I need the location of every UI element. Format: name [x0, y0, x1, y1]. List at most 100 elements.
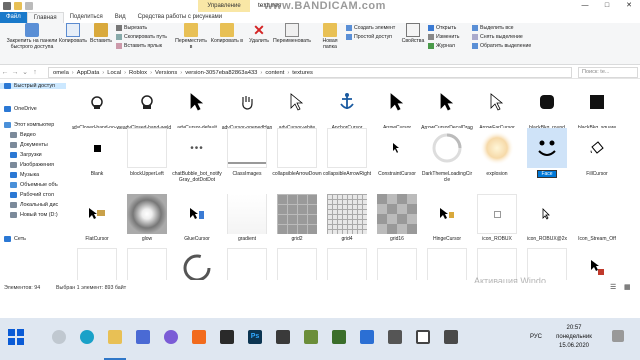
easy-access-icon: [346, 34, 352, 40]
breadcrumb-item[interactable]: Versions: [155, 70, 177, 76]
copy-button[interactable]: Копировать: [59, 23, 87, 44]
firefox-icon[interactable]: [192, 330, 206, 344]
back-arrow-icon[interactable]: ←: [0, 69, 10, 76]
search-input[interactable]: Поиск: te...: [578, 67, 638, 78]
sidebar-item[interactable]: Быстрый доступ: [0, 83, 66, 89]
chevron-down-icon[interactable]: [25, 2, 33, 10]
move-to-button[interactable]: Переместить в: [174, 23, 208, 50]
paste-shortcut-button[interactable]: Вставить ярлык: [116, 43, 162, 49]
rename-button[interactable]: Переименовать: [272, 23, 312, 44]
sidebar-item[interactable]: Новый том (D:): [10, 212, 58, 218]
history-button[interactable]: Журнал: [428, 43, 455, 49]
maximize-button[interactable]: □: [596, 0, 618, 12]
new-folder-button[interactable]: Новая папка: [316, 23, 344, 50]
alice-icon[interactable]: [164, 330, 178, 344]
windows-start-icon[interactable]: [8, 329, 24, 345]
sidebar-item[interactable]: Сеть: [4, 236, 26, 242]
select-all-button[interactable]: Выделить все: [472, 25, 514, 31]
store-icon[interactable]: [136, 330, 150, 344]
roblox-icon[interactable]: [416, 330, 430, 344]
file-name-text: chatBubble_bot_notifyGray_dotDotDot: [172, 171, 222, 183]
breadcrumb[interactable]: omela › AppData › Local › Roblox › Versions ›…: [48, 67, 572, 78]
minecraft-icon[interactable]: [332, 330, 346, 344]
file-name: grid4: [321, 236, 373, 242]
file-grid: advClosed-hand-no-weldadvClosed-hand-wel…: [72, 80, 640, 280]
pin-quick-access-button[interactable]: Закрепить на панели быстрого доступа: [4, 23, 60, 50]
tab-picture-tools[interactable]: Средства работы с рисунками: [132, 12, 229, 23]
sidebar-item[interactable]: OneDrive: [4, 106, 37, 112]
edge-icon[interactable]: [80, 330, 94, 344]
rename-input[interactable]: Face: [537, 170, 557, 178]
breadcrumb-item[interactable]: content: [265, 70, 284, 76]
file-name: glow: [121, 236, 173, 242]
large-icons-view-icon[interactable]: ▦: [624, 283, 631, 293]
file-thumbnail: [477, 194, 517, 234]
context-tab-manage[interactable]: Управление: [198, 0, 250, 12]
clock[interactable]: 20:57 понедельник 15.06.2020: [548, 324, 600, 351]
easy-access-button[interactable]: Простой доступ: [346, 34, 392, 40]
close-button[interactable]: ✕: [618, 0, 640, 12]
language-indicator[interactable]: РУС: [530, 334, 542, 340]
breadcrumb-separator-icon: ›: [71, 69, 74, 76]
app-icon[interactable]: [276, 330, 290, 344]
photoshop-icon[interactable]: Ps: [248, 330, 262, 344]
up-arrow-icon[interactable]: ↑: [30, 69, 40, 76]
tab-file[interactable]: Файл: [0, 12, 27, 23]
save-icon[interactable]: [3, 2, 11, 10]
paste-button[interactable]: Вставить: [88, 23, 114, 44]
sidebar-item[interactable]: Документы: [10, 142, 48, 148]
properties-button[interactable]: Свойства: [400, 23, 426, 44]
copy-to-button[interactable]: Копировать в: [210, 23, 244, 44]
details-view-icon[interactable]: ☰: [610, 283, 616, 293]
search-icon[interactable]: [52, 330, 66, 344]
tab-view[interactable]: Вид: [109, 12, 132, 23]
new-item-button[interactable]: Создать элемент: [346, 25, 395, 31]
bandicam-icon[interactable]: [444, 330, 458, 344]
select-none-button[interactable]: Снять выделение: [472, 34, 523, 40]
file-thumbnail: [77, 128, 117, 168]
sidebar-item[interactable]: Этот компьютер: [4, 122, 54, 128]
file-name: icon_ROBUX@2x: [521, 236, 573, 242]
recent-chevron-icon[interactable]: ⌄: [20, 68, 30, 76]
breadcrumb-item[interactable]: version-3057eba82863a433: [185, 70, 257, 76]
minimize-button[interactable]: —: [574, 0, 596, 12]
notification-icon[interactable]: [612, 330, 624, 342]
invert-selection-button[interactable]: Обратить выделение: [472, 43, 531, 49]
forward-arrow-icon[interactable]: →: [10, 69, 20, 76]
tab-share[interactable]: Поделиться: [64, 12, 109, 23]
copy-path-button[interactable]: Скопировать путь: [116, 34, 167, 40]
item-count: Элементов: 94: [4, 285, 41, 291]
file-name[interactable]: Face: [521, 170, 573, 178]
sidebar-item-label: Сеть: [14, 236, 26, 242]
app-icon[interactable]: [220, 330, 234, 344]
title-bar: Управление textures www.BANDICAM.com — □…: [0, 0, 640, 12]
breadcrumb-item[interactable]: AppData: [77, 70, 100, 76]
sidebar-item[interactable]: Изображения: [10, 162, 54, 168]
file-name-text: icon_ROBUX: [482, 236, 512, 242]
file-name: blockUpperLeft: [121, 171, 173, 177]
sidebar-item[interactable]: Загрузки: [10, 152, 42, 158]
sidebar-item[interactable]: Рабочий стол: [10, 192, 54, 198]
open-button[interactable]: Открыть: [428, 25, 456, 31]
sidebar-item[interactable]: Объемные объ: [10, 182, 58, 188]
app-icon[interactable]: [388, 330, 402, 344]
tab-home[interactable]: Главная: [26, 11, 64, 24]
breadcrumb-item[interactable]: omela: [53, 70, 69, 76]
clock-time: 20:57: [566, 325, 582, 331]
copy-icon: [66, 23, 80, 37]
roblox-studio-icon[interactable]: [360, 330, 374, 344]
scissors-icon: [116, 25, 122, 31]
breadcrumb-item[interactable]: Local: [107, 70, 121, 76]
edit-button[interactable]: Изменить: [428, 34, 459, 40]
cut-button[interactable]: Вырезать: [116, 25, 147, 31]
breadcrumb-item[interactable]: textures: [292, 70, 313, 76]
sidebar-item[interactable]: Музыка: [10, 172, 39, 178]
sidebar-item[interactable]: Локальный дис: [10, 202, 58, 208]
delete-button[interactable]: ✕ Удалить: [246, 23, 272, 44]
sidebar-item[interactable]: Видео: [10, 132, 36, 138]
breadcrumb-item[interactable]: Roblox: [129, 70, 147, 76]
minecraft-icon[interactable]: [304, 330, 318, 344]
file-explorer-icon[interactable]: [108, 330, 122, 344]
folder-icon[interactable]: [14, 2, 22, 10]
file-name: gradient: [221, 236, 273, 242]
